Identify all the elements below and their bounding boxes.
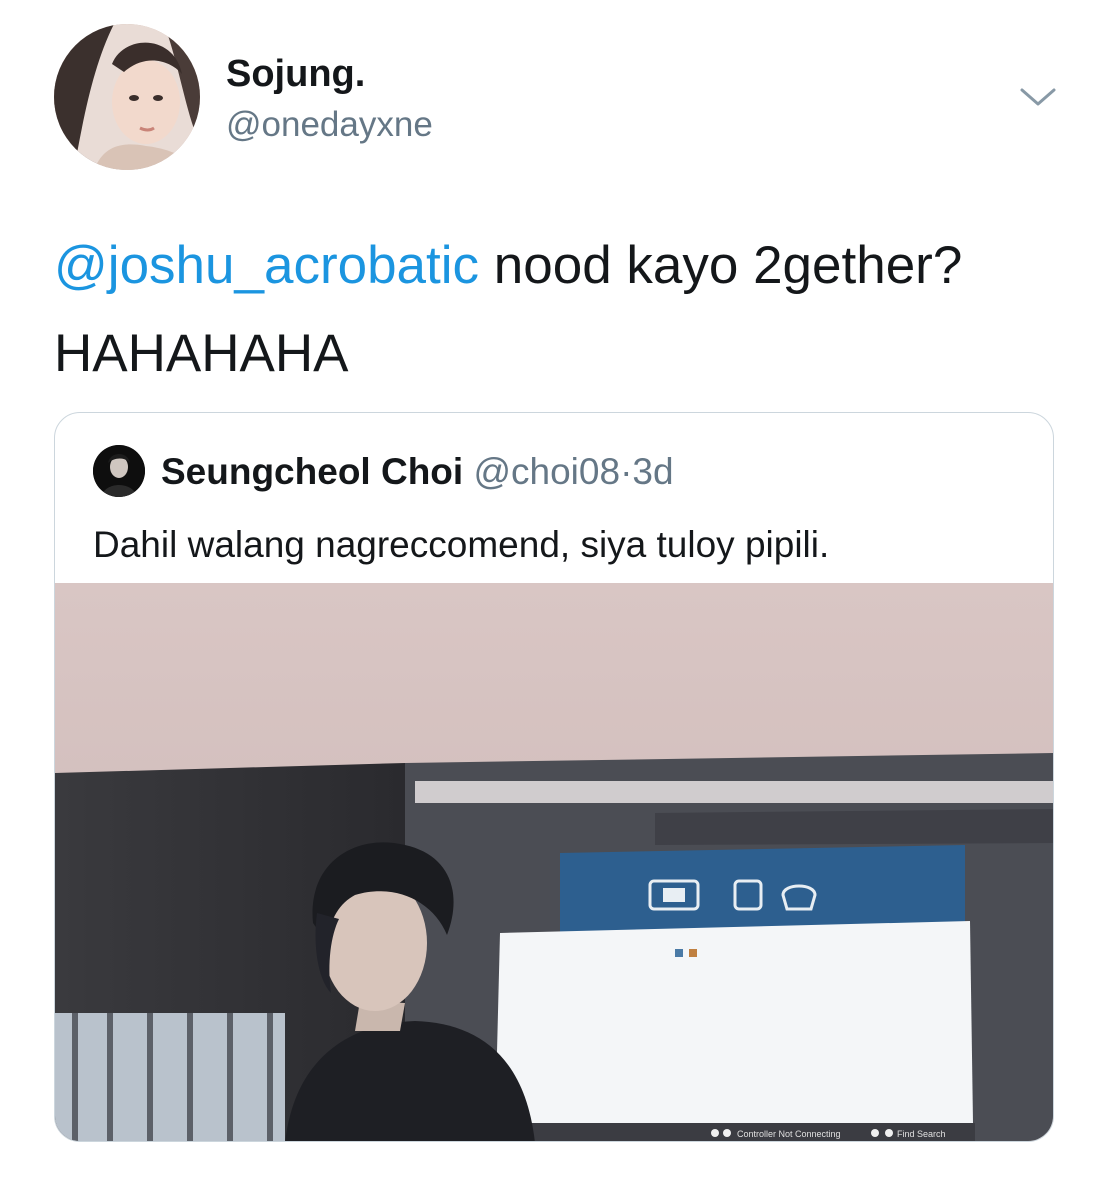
quoted-timestamp[interactable]: 3d — [632, 451, 673, 492]
quoted-header: Seungcheol Choi @choi08·3d — [161, 449, 674, 495]
quoted-separator: · — [620, 451, 633, 492]
quoted-media-photo[interactable]: Controller Not Connecting Find Search — [55, 583, 1053, 1141]
tweet: Sojung. @onedayxne @joshu_acrobatic nood… — [0, 0, 1108, 1200]
quoted-display-name[interactable]: Seungcheol Choi — [161, 451, 463, 492]
screen-status-text: Controller Not Connecting — [737, 1129, 841, 1139]
author-display-name[interactable]: Sojung. — [226, 52, 365, 96]
chevron-down-icon[interactable] — [1018, 84, 1058, 110]
author-avatar[interactable] — [54, 24, 200, 170]
author-handle[interactable]: @onedayxne — [226, 104, 433, 146]
quoted-author-avatar[interactable] — [93, 445, 145, 497]
quoted-handle[interactable]: @choi08 — [473, 451, 620, 492]
screen-search-text: Find Search — [897, 1129, 946, 1139]
tweet-text: @joshu_acrobatic nood kayo 2gether? HAHA… — [54, 222, 1064, 398]
mention-link[interactable]: @joshu_acrobatic — [54, 236, 479, 295]
author-avatar-image — [54, 24, 200, 170]
quoted-tweet[interactable]: Seungcheol Choi @choi08·3d Dahil walang … — [54, 412, 1054, 1142]
quoted-tweet-text: Dahil walang nagreccomend, siya tuloy pi… — [93, 524, 830, 565]
